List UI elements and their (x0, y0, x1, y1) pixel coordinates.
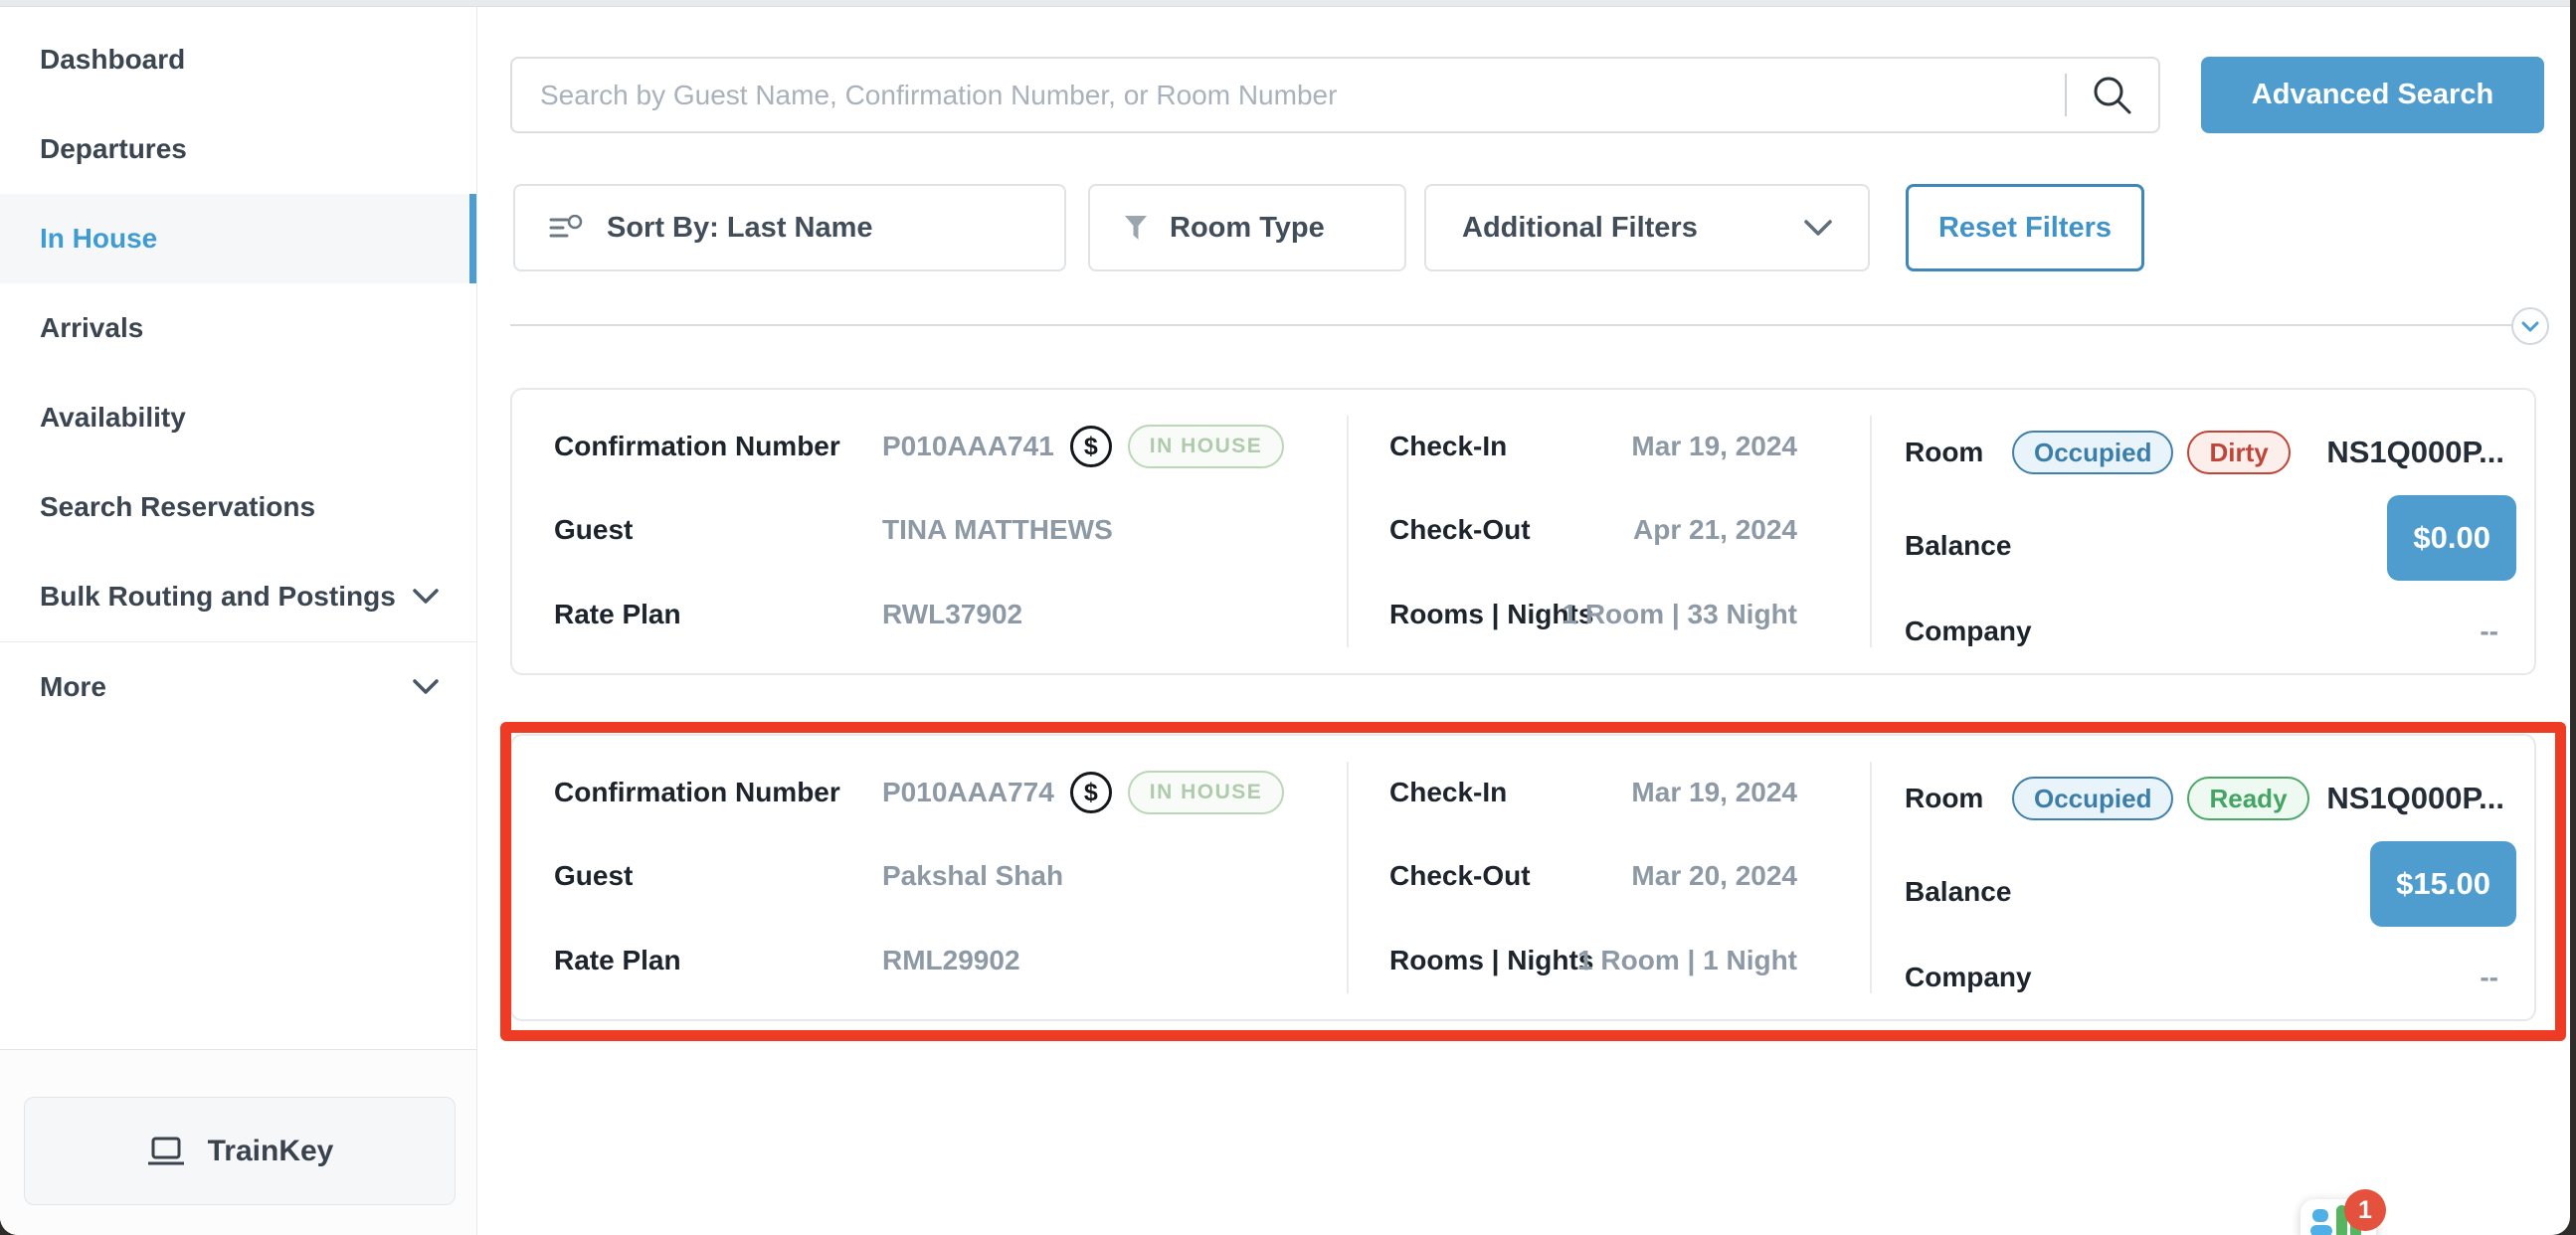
rate-plan-value: RWL37902 (882, 592, 1022, 637)
balance-label: Balance (1905, 523, 2011, 569)
sidebar-item-label: More (40, 671, 106, 703)
sidebar-item-availability[interactable]: Availability (0, 373, 476, 462)
check-in-label: Check-In (1389, 424, 1507, 469)
company-label: Company (1905, 609, 2032, 654)
card-column-divider (1870, 416, 1872, 647)
sidebar-item-bulk-routing[interactable]: Bulk Routing and Postings (0, 552, 476, 641)
confirmation-value-group: P010AAA741 $ IN HOUSE (882, 424, 1284, 469)
room-number: NS1Q000P... (2326, 430, 2504, 475)
sidebar-item-in-house[interactable]: In House (0, 194, 476, 283)
check-out-date: Apr 21, 2024 (1507, 507, 1797, 553)
confirmation-label: Confirmation Number (554, 424, 840, 469)
rate-plan-value: RML29902 (882, 938, 1020, 983)
chevron-down-icon (1804, 220, 1832, 237)
active-indicator (469, 194, 476, 283)
occupied-badge: Occupied (2012, 431, 2173, 474)
room-status-pills: Occupied Ready (2012, 776, 2309, 821)
check-out-date: Mar 20, 2024 (1507, 853, 1797, 899)
search-separator (2065, 74, 2067, 116)
room-status-pills: Occupied Dirty (2012, 430, 2291, 475)
chevron-down-icon (413, 589, 439, 605)
confirmation-label: Confirmation Number (554, 770, 840, 815)
sidebar-item-label: Departures (40, 133, 187, 165)
filter-icon (1124, 215, 1148, 241)
in-house-badge: IN HOUSE (1128, 771, 1285, 814)
balance-button[interactable]: $0.00 (2387, 495, 2516, 581)
rooms-nights-value: 1 Room | 1 Night (1507, 938, 1797, 983)
sidebar-item-label: Availability (40, 402, 186, 434)
company-value: -- (2480, 955, 2498, 1000)
sort-by-dropdown[interactable]: Sort By: Last Name (513, 184, 1066, 271)
check-in-date: Mar 19, 2024 (1507, 424, 1797, 469)
sidebar-item-label: In House (40, 223, 157, 255)
trainkey-button[interactable]: TrainKey (24, 1097, 456, 1205)
guest-name: TINA MATTHEWS (882, 507, 1113, 553)
sidebar-nav: Dashboard Departures In House Arrivals A… (0, 15, 476, 732)
room-type-dropdown[interactable]: Room Type (1088, 184, 1406, 271)
sidebar-item-arrivals[interactable]: Arrivals (0, 283, 476, 373)
guest-label: Guest (554, 853, 633, 899)
sort-by-label: Sort By: Last Name (607, 212, 873, 245)
reset-filters-button[interactable]: Reset Filters (1906, 184, 2144, 271)
balance-button[interactable]: $15.00 (2370, 841, 2516, 927)
search-input[interactable] (510, 57, 2160, 133)
rooms-nights-value: 1 Room | 33 Night (1507, 592, 1797, 637)
sidebar-item-label: Arrivals (40, 312, 143, 344)
guest-label: Guest (554, 507, 633, 553)
card-column-divider (1870, 762, 1872, 993)
card-column-divider (1347, 762, 1349, 993)
additional-filters-label: Additional Filters (1462, 212, 1698, 245)
dollar-icon[interactable]: $ (1070, 772, 1112, 813)
sidebar-item-label: Dashboard (40, 44, 185, 76)
top-strip (0, 0, 2570, 7)
guest-name: Pakshal Shah (882, 853, 1063, 899)
laptop-icon (146, 1137, 186, 1166)
confirmation-value-group: P010AAA774 $ IN HOUSE (882, 770, 1284, 815)
app-window: Dashboard Departures In House Arrivals A… (0, 0, 2570, 1235)
dirty-badge: Dirty (2187, 431, 2290, 474)
room-label: Room (1905, 430, 1983, 475)
advanced-search-button[interactable]: Advanced Search (2201, 57, 2544, 133)
sidebar-item-dashboard[interactable]: Dashboard (0, 15, 476, 104)
check-in-label: Check-In (1389, 770, 1507, 815)
trainkey-label: TrainKey (208, 1135, 334, 1168)
sidebar-item-label: Search Reservations (40, 491, 315, 523)
expand-toggle[interactable] (2511, 307, 2549, 345)
sidebar-footer: TrainKey (0, 1049, 476, 1235)
card-column-divider (1347, 416, 1349, 647)
chevron-down-icon (413, 679, 439, 695)
results-divider (510, 324, 2512, 326)
occupied-badge: Occupied (2012, 777, 2173, 820)
sidebar-item-search-reservations[interactable]: Search Reservations (0, 462, 476, 552)
reservation-card[interactable]: Confirmation Number P010AAA741 $ IN HOUS… (510, 388, 2536, 675)
room-type-label: Room Type (1170, 212, 1325, 245)
room-number: NS1Q000P... (2326, 776, 2504, 821)
confirmation-number: P010AAA774 (882, 777, 1054, 808)
balance-label: Balance (1905, 869, 2011, 915)
notification-badge[interactable]: 1 (2344, 1189, 2386, 1231)
sidebar: Dashboard Departures In House Arrivals A… (0, 7, 477, 1235)
sort-icon (549, 215, 583, 241)
check-in-date: Mar 19, 2024 (1507, 770, 1797, 815)
expand-icon (2521, 321, 2539, 332)
in-house-badge: IN HOUSE (1128, 425, 1285, 468)
sidebar-item-departures[interactable]: Departures (0, 104, 476, 194)
rate-plan-label: Rate Plan (554, 592, 681, 637)
search-icon[interactable] (2090, 73, 2135, 118)
sidebar-item-more[interactable]: More (0, 642, 476, 732)
company-value: -- (2480, 609, 2498, 654)
room-label: Room (1905, 776, 1983, 821)
sidebar-item-label: Bulk Routing and Postings (40, 581, 396, 613)
additional-filters-dropdown[interactable]: Additional Filters (1424, 184, 1870, 271)
confirmation-number: P010AAA741 (882, 431, 1054, 462)
reset-filters-label: Reset Filters (1938, 212, 2112, 245)
rate-plan-label: Rate Plan (554, 938, 681, 983)
ready-badge: Ready (2187, 777, 2308, 820)
reservation-card[interactable]: Confirmation Number P010AAA774 $ IN HOUS… (510, 734, 2536, 1021)
company-label: Company (1905, 955, 2032, 1000)
dollar-icon[interactable]: $ (1070, 426, 1112, 467)
